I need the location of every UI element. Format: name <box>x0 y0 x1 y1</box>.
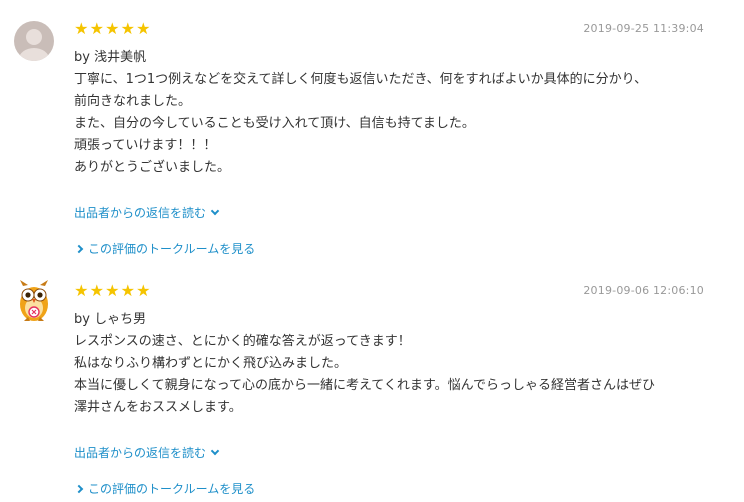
owl-avatar-icon <box>20 280 48 321</box>
star-rating: ★ ★ ★ ★ ★ <box>74 20 151 38</box>
star-icon: ★ <box>89 281 104 300</box>
avatar-body-shape <box>19 48 49 61</box>
star-icon: ★ <box>120 281 135 300</box>
star-icon: ★ <box>74 19 89 38</box>
chevron-down-icon <box>210 206 220 216</box>
chevron-right-icon <box>74 484 84 493</box>
star-icon: ★ <box>105 281 120 300</box>
star-icon: ★ <box>120 19 135 38</box>
view-talkroom-link[interactable]: この評価のトークルームを見る <box>74 240 255 257</box>
reviewer-avatar[interactable] <box>14 21 54 61</box>
reviewer-name: by しゃち男 <box>74 312 147 327</box>
reviewer-name: by 浅井美帆 <box>74 50 147 65</box>
comment-line: 澤井さんをおススメします。 <box>74 400 242 415</box>
view-talkroom-label: この評価のトークルームを見る <box>88 482 256 496</box>
star-icon: ★ <box>74 281 89 300</box>
chevron-down-icon <box>210 446 220 456</box>
star-icon: ★ <box>105 19 120 38</box>
read-seller-reply-label: 出品者からの返信を読む <box>74 446 207 460</box>
star-icon: ★ <box>136 19 151 38</box>
view-talkroom-link[interactable]: この評価のトークルームを見る <box>74 480 255 497</box>
star-icon: ★ <box>89 19 104 38</box>
comment-line: 本当に優しくて親身になって心の底から一緒に考えてくれます。悩んでらっしゃる経営者… <box>74 378 655 393</box>
chevron-right-icon <box>74 244 84 253</box>
avatar-head-shape <box>26 29 42 45</box>
comment-line: 丁寧に、1つ1つ例えなどを交えて詳しく何度も返信いただき、何をすればよいか具体的… <box>74 72 648 87</box>
comment-line: 前向きなれました。 <box>74 94 192 109</box>
view-talkroom-label: この評価のトークルームを見る <box>88 242 256 256</box>
review-comment: レスポンスの速さ、とにかく的確な答えが返ってきます！ 私はなりふり構わずとにかく… <box>74 331 714 419</box>
comment-line: 頑張っていけます！！！ <box>74 138 217 153</box>
star-rating: ★ ★ ★ ★ ★ <box>74 282 151 300</box>
comment-line: レスポンスの速さ、とにかく的確な答えが返ってきます！ <box>74 334 411 349</box>
review-timestamp: 2019-09-06 12:06:10 <box>583 284 704 297</box>
review-timestamp: 2019-09-25 11:39:04 <box>583 22 704 35</box>
reviewer-avatar[interactable] <box>17 280 51 324</box>
read-seller-reply-link[interactable]: 出品者からの返信を読む <box>74 204 220 221</box>
comment-line: ありがとうございました。 <box>74 160 231 175</box>
comment-line: 私はなりふり構わずとにかく飛び込みました。 <box>74 356 348 371</box>
read-seller-reply-label: 出品者からの返信を読む <box>74 206 207 220</box>
comment-line: また、自分の今していることも受け入れて頂け、自信も持てました。 <box>74 116 475 131</box>
star-icon: ★ <box>136 281 151 300</box>
read-seller-reply-link[interactable]: 出品者からの返信を読む <box>74 444 220 461</box>
review-comment: 丁寧に、1つ1つ例えなどを交えて詳しく何度も返信いただき、何をすればよいか具体的… <box>74 69 714 179</box>
